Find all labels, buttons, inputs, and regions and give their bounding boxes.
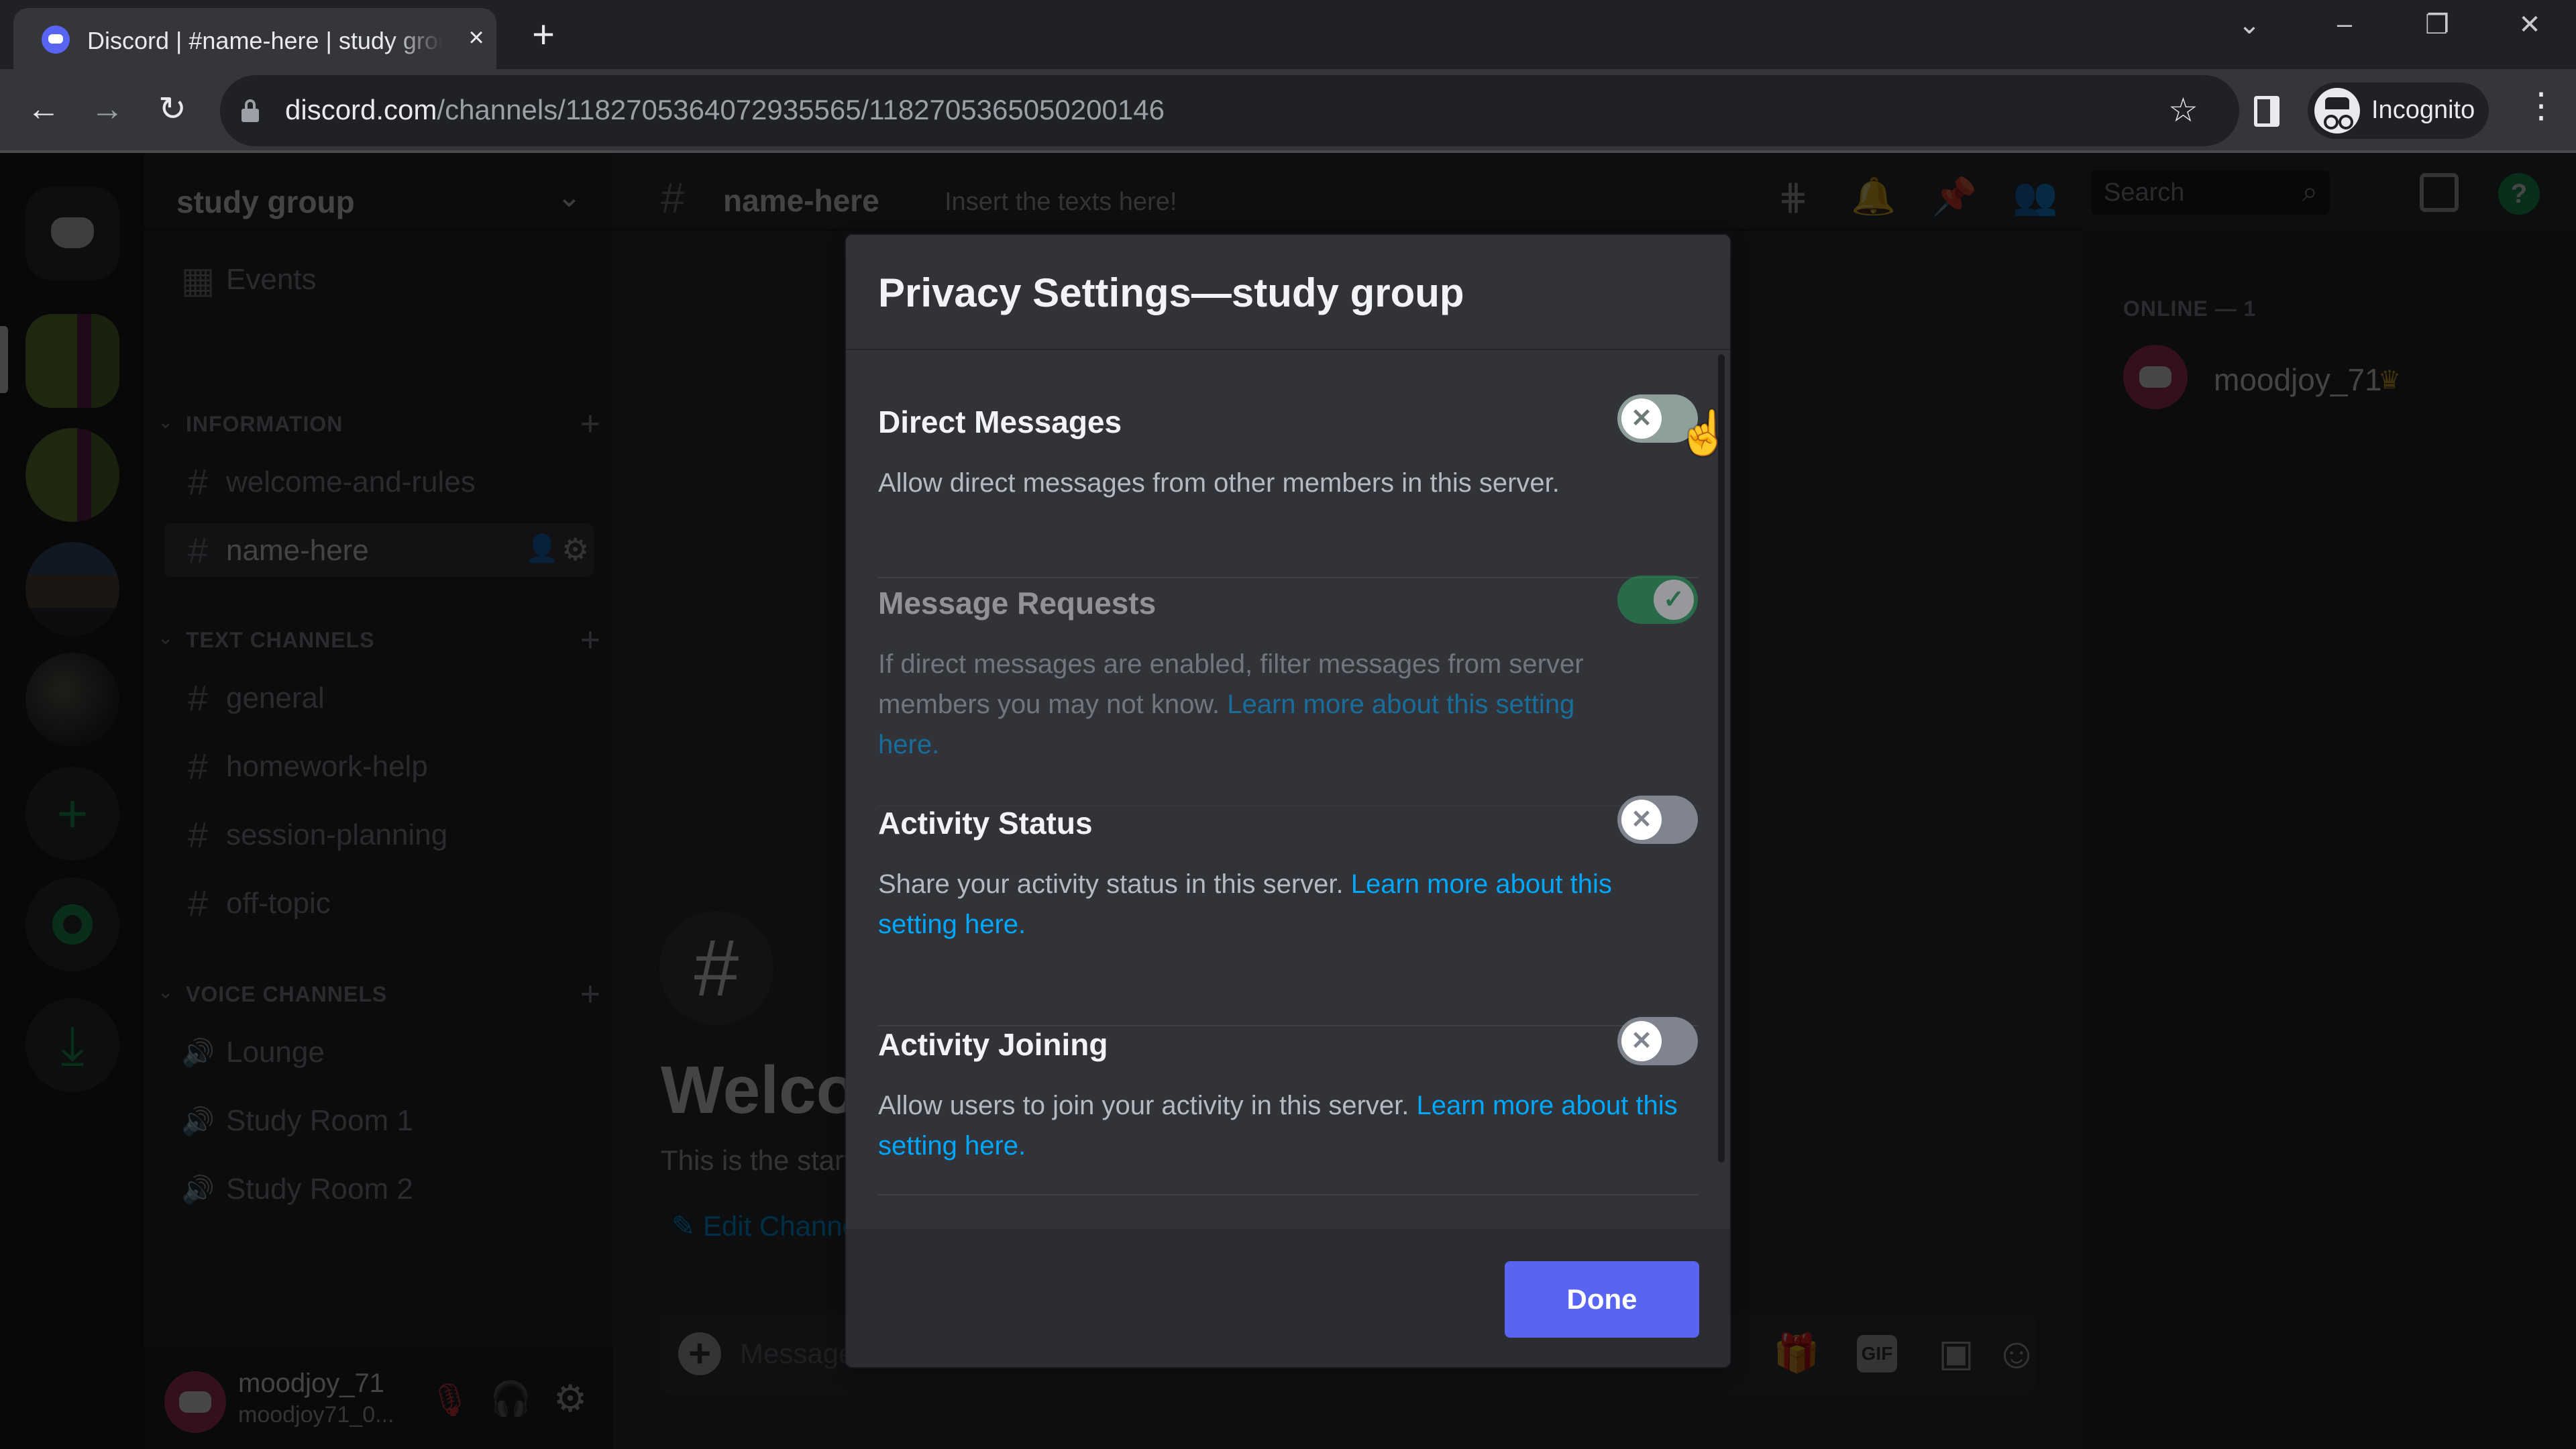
reload-button[interactable]: ↻: [149, 89, 196, 128]
setting-title: Message Requests: [878, 586, 1157, 621]
browser-tab[interactable]: Discord | #name-here | study group ×: [13, 8, 496, 69]
setting-description: If direct messages are enabled, filter m…: [878, 644, 1616, 765]
browser-menu-icon[interactable]: ⋮: [2524, 89, 2559, 123]
privacy-settings-modal: Privacy Settings—study group Direct Mess…: [846, 235, 1730, 1367]
modal-scrollbar[interactable]: [1718, 354, 1725, 1163]
incognito-icon: [2314, 88, 2360, 133]
forward-button[interactable]: →: [84, 89, 131, 128]
new-tab-button[interactable]: +: [523, 12, 564, 57]
checkmark-icon: ✓: [1654, 580, 1694, 620]
setting-description: Allow direct messages from other members…: [878, 463, 1683, 503]
activity-joining-toggle[interactable]: ✕: [1617, 1017, 1698, 1065]
bookmark-star-icon[interactable]: ☆: [2168, 91, 2198, 129]
minimize-button[interactable]: –: [2321, 9, 2368, 40]
x-icon: ✕: [1621, 1021, 1662, 1061]
setting-title: Activity Status: [878, 806, 1093, 841]
url-text[interactable]: discord.com/channels/1182705364072935565…: [285, 94, 1165, 126]
url-path: /channels/1182705364072935565/1182705365…: [437, 94, 1165, 125]
back-button[interactable]: ←: [20, 89, 67, 128]
x-icon: ✕: [1621, 800, 1662, 840]
url-host: discord.com: [285, 94, 437, 125]
browser-tab-bar: Discord | #name-here | study group × + ⌄…: [0, 0, 2576, 69]
modal-title: Privacy Settings—study group: [878, 270, 1464, 315]
restore-button[interactable]: ❐: [2414, 9, 2461, 40]
side-panel-icon[interactable]: [2254, 96, 2279, 127]
incognito-profile-button[interactable]: Incognito: [2308, 83, 2489, 139]
divider: [878, 1194, 1698, 1195]
modal-footer: Done: [846, 1229, 1730, 1367]
x-icon: ✕: [1621, 398, 1662, 439]
incognito-label: Incognito: [2371, 96, 2475, 124]
modal-body: Direct Messages ✕ Allow direct messages …: [846, 350, 1730, 1229]
setting-description: Share your activity status in this serve…: [878, 864, 1629, 945]
done-button[interactable]: Done: [1505, 1261, 1699, 1338]
tab-search-icon[interactable]: ⌄: [2226, 9, 2273, 40]
description-text: Allow direct messages from other members…: [878, 468, 1560, 498]
lock-icon[interactable]: [241, 99, 259, 122]
close-window-button[interactable]: ✕: [2506, 9, 2553, 40]
modal-header: Privacy Settings—study group: [846, 235, 1730, 350]
tab-close-icon[interactable]: ×: [460, 23, 493, 53]
description-text: Allow users to join your activity in thi…: [878, 1091, 1417, 1120]
message-requests-toggle[interactable]: ✓: [1617, 576, 1698, 624]
activity-status-toggle[interactable]: ✕: [1617, 796, 1698, 844]
discord-favicon-icon: [42, 25, 70, 54]
hand-pointer-cursor-icon: ☝: [1677, 409, 1731, 457]
description-text: Share your activity status in this serve…: [878, 869, 1351, 899]
setting-title: Activity Joining: [878, 1027, 1108, 1062]
setting-title: Direct Messages: [878, 405, 1122, 439]
divider: [878, 577, 1698, 578]
tab-title: Discord | #name-here | study group: [87, 27, 443, 54]
setting-description: Allow users to join your activity in thi…: [878, 1085, 1698, 1166]
